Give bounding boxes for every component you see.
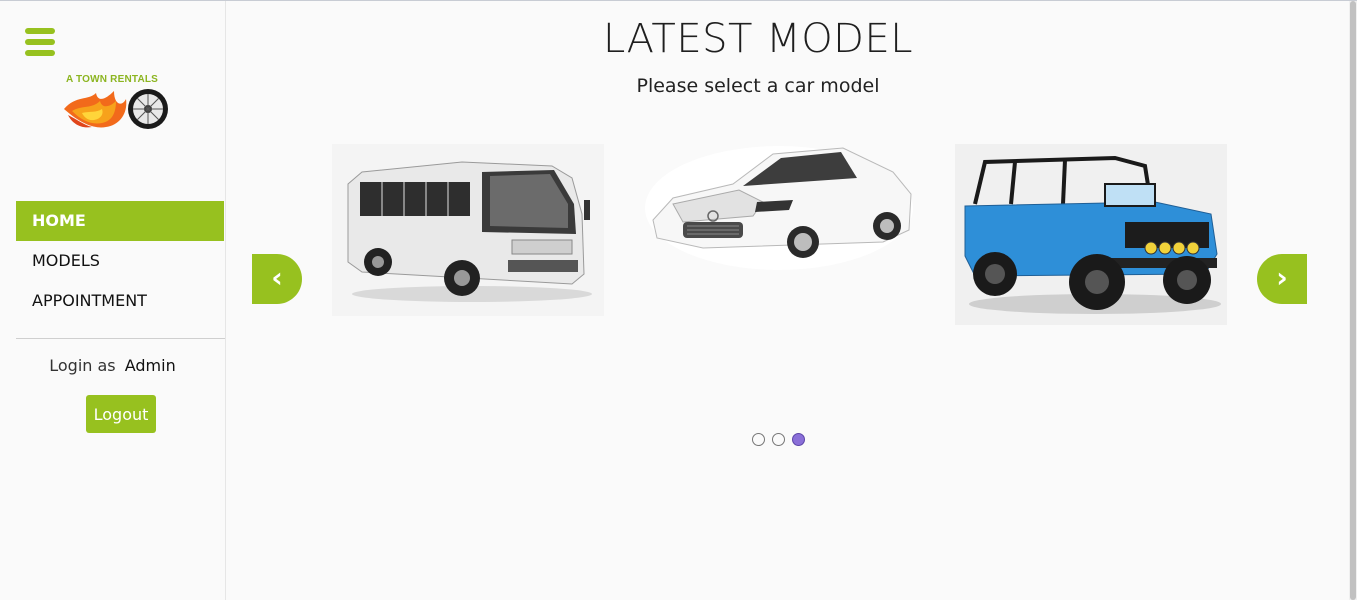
login-status: Login as Admin <box>0 356 225 375</box>
flaming-wheel-icon <box>64 89 168 129</box>
carousel-indicators <box>752 433 812 449</box>
page-subtitle: Please select a car model <box>636 75 880 97</box>
login-username: Admin <box>124 356 176 375</box>
hamburger-menu-icon[interactable] <box>25 28 55 56</box>
white-sedan-image <box>645 146 913 270</box>
logout-button[interactable]: Logout <box>86 395 156 433</box>
brand-logo[interactable]: A TOWN RENTALS <box>62 73 180 131</box>
minibus-image <box>347 161 592 302</box>
blue-jeep-image <box>964 155 1221 314</box>
carousel-slide-jeep[interactable] <box>955 144 1227 325</box>
scrollbar-thumb[interactable] <box>1350 1 1356 600</box>
logo-text: A TOWN RENTALS <box>66 74 159 85</box>
carousel-dot-2[interactable] <box>772 433 785 446</box>
carousel-dot-3-active[interactable] <box>792 433 805 446</box>
sidebar: A TOWN RENTALS HOME MODELS APPOINTMENT L… <box>0 1 226 600</box>
carousel-slide-minibus[interactable] <box>332 144 604 316</box>
main-nav: HOME MODELS APPOINTMENT <box>16 201 224 321</box>
carousel-slide-sedan[interactable] <box>643 144 915 272</box>
carousel-next-button[interactable]: › <box>1257 254 1307 304</box>
page-title: LATEST MODEL <box>602 16 914 62</box>
nav-item-home[interactable]: HOME <box>16 201 224 241</box>
nav-item-models[interactable]: MODELS <box>16 241 224 281</box>
vertical-scrollbar[interactable] <box>1349 1 1357 600</box>
carousel-prev-button[interactable]: ‹ <box>252 254 302 304</box>
nav-item-appointment[interactable]: APPOINTMENT <box>16 281 224 321</box>
carousel-dot-1[interactable] <box>752 433 765 446</box>
login-prefix: Login as <box>49 356 116 375</box>
sidebar-divider <box>16 338 225 339</box>
